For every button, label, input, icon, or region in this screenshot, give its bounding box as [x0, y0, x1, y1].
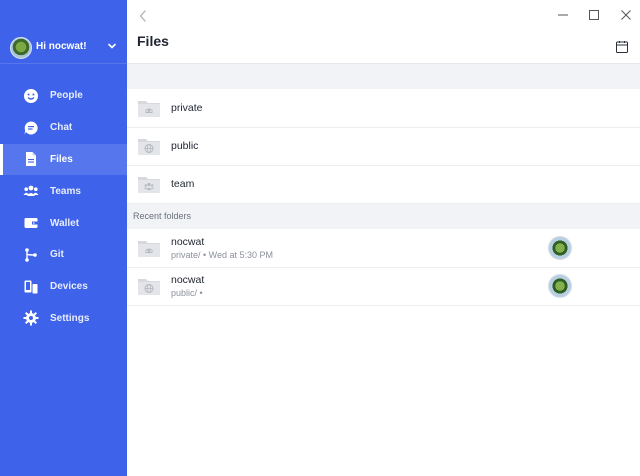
sidebar-item-git[interactable]: Git	[0, 239, 127, 271]
folder-name: private	[171, 102, 203, 114]
sidebar-item-label: People	[50, 90, 83, 102]
recent-folder-name: nocwat	[171, 274, 205, 286]
people-icon	[24, 88, 38, 103]
sidebar-item-label: Devices	[50, 281, 88, 293]
sidebar-item-teams[interactable]: Teams	[0, 175, 127, 207]
avatar[interactable]	[548, 274, 572, 298]
sidebar-item-devices[interactable]: Devices	[0, 271, 127, 303]
recent-folder-meta: private/ • Wed at 5:30 PM	[171, 250, 274, 260]
folder-row-team[interactable]: team	[127, 165, 640, 204]
file-icon	[26, 152, 36, 167]
sidebar-item-label: Files	[50, 153, 73, 165]
sidebar-item-wallet[interactable]: Wallet	[0, 207, 127, 239]
sidebar-item-people[interactable]: People	[0, 80, 127, 112]
folder-name: public	[171, 140, 199, 152]
sidebar-item-chat[interactable]: Chat	[0, 112, 127, 144]
recent-folders-header: Recent folders	[127, 204, 640, 229]
recent-folder-name: nocwat	[171, 236, 205, 248]
section-label: Recent folders	[133, 211, 192, 221]
recent-folder-meta: public/ •	[171, 288, 203, 298]
main-panel: Files private public team Recent folders…	[127, 0, 640, 476]
folder-name: team	[171, 178, 195, 190]
maximize-icon[interactable]	[587, 8, 601, 22]
devices-icon	[24, 280, 38, 294]
avatar[interactable]	[548, 236, 572, 260]
minimize-icon[interactable]	[556, 8, 570, 22]
sidebar-item-label: Wallet	[50, 217, 80, 229]
sidebar-item-settings[interactable]: Settings	[0, 303, 127, 335]
teams-icon	[23, 185, 39, 197]
avatar[interactable]	[10, 37, 32, 59]
private-folder-icon	[138, 101, 160, 117]
spacer-band	[127, 64, 640, 89]
greeting-text[interactable]: Hi nocwat!	[36, 41, 87, 52]
back-arrow-icon[interactable]	[139, 10, 147, 22]
wallet-icon	[24, 218, 38, 229]
git-icon	[25, 248, 37, 262]
page-title: Files	[137, 33, 169, 49]
sidebar-item-label: Chat	[50, 122, 73, 134]
sidebar-item-label: Teams	[50, 185, 81, 197]
private-folder-icon	[138, 241, 160, 257]
close-icon[interactable]	[619, 8, 633, 22]
chevron-down-icon[interactable]	[107, 41, 117, 51]
chat-icon	[24, 121, 38, 135]
sidebar-item-files[interactable]: Files	[0, 143, 127, 176]
recent-row[interactable]: nocwat public/ •	[127, 267, 640, 306]
window-titlebar[interactable]	[127, 0, 640, 28]
sidebar-nav: People Chat Files Teams Wallet Git Devic…	[0, 80, 127, 334]
public-folder-icon	[138, 279, 160, 295]
team-folder-icon	[138, 177, 160, 193]
recent-row[interactable]: nocwat private/ • Wed at 5:30 PM	[127, 229, 640, 268]
sidebar-item-label: Git	[50, 249, 64, 261]
sidebar: Hi nocwat! People Chat Files Teams Walle…	[0, 0, 127, 476]
public-folder-icon	[138, 139, 160, 155]
folder-row-public[interactable]: public	[127, 127, 640, 166]
folder-row-private[interactable]: private	[127, 89, 640, 128]
calendar-icon[interactable]	[615, 40, 629, 54]
sidebar-item-label: Settings	[50, 312, 90, 324]
gear-icon	[23, 310, 39, 326]
